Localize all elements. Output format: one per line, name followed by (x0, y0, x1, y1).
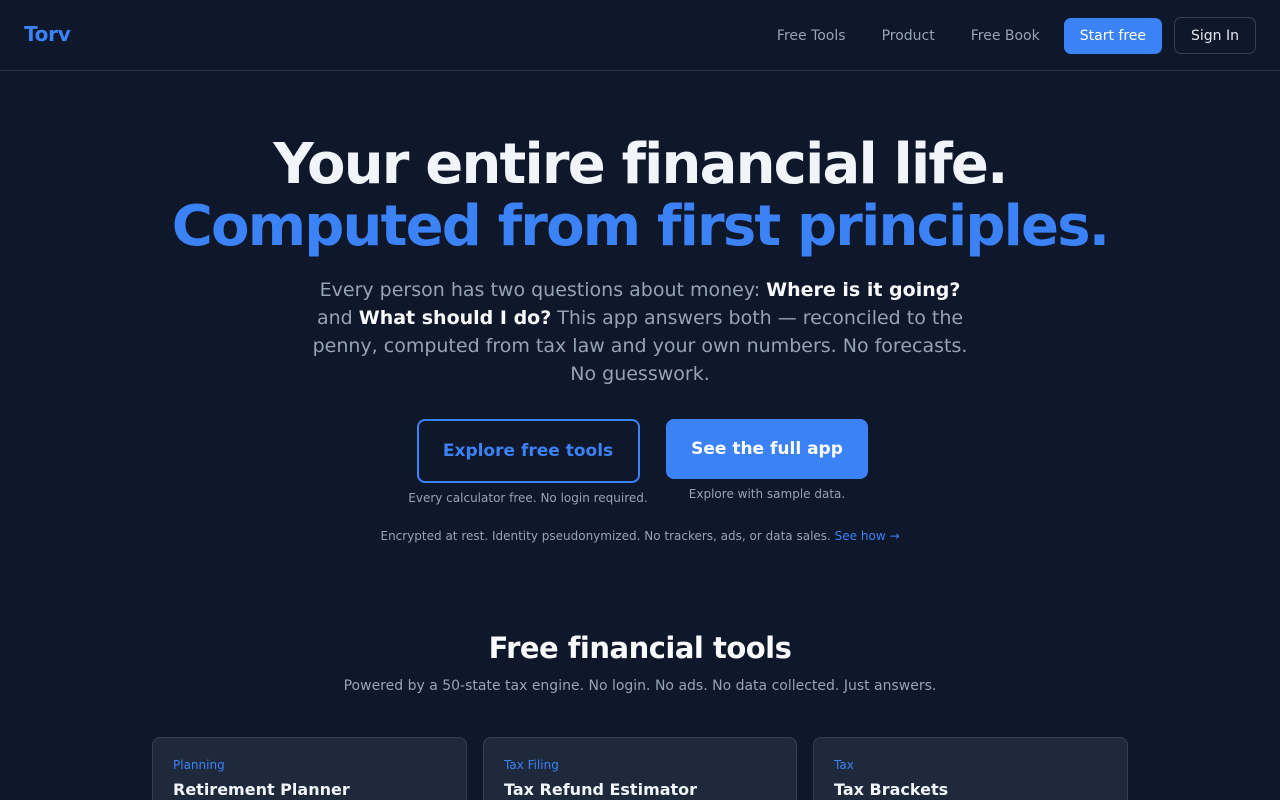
tool-card-category: Tax (834, 758, 854, 772)
tool-card-name: Retirement Planner (173, 780, 350, 799)
nav-links: Free Tools Product Free Book Start free … (777, 17, 1256, 54)
tool-card-retirement-planner[interactable]: Planning Retirement Planner (152, 737, 467, 800)
hero-subtitle: Every person has two questions about mon… (300, 276, 980, 388)
hero-sub-and: and (316, 307, 359, 329)
see-full-app-button[interactable]: See the full app (666, 419, 868, 479)
tool-card-category: Tax Filing (504, 758, 559, 772)
explore-note: Every calculator free. No login required… (408, 491, 648, 505)
privacy-note: Encrypted at rest. Identity pseudonymize… (0, 529, 1280, 543)
privacy-text: Encrypted at rest. Identity pseudonymize… (380, 529, 835, 543)
hero-sub-pre: Every person has two questions about mon… (319, 279, 767, 301)
hero-question-2: What should I do? (358, 307, 552, 329)
page: Torv Free Tools Product Free Book Start … (0, 0, 1280, 800)
tools-section-title: Free financial tools (488, 631, 792, 665)
cta-full-col: See the full app Explore with sample dat… (664, 419, 870, 501)
hero-title-line2: Computed from first principles. (171, 194, 1110, 259)
hero-title-line1: Your entire financial life. (273, 132, 1008, 197)
tool-card-tax-refund-estimator[interactable]: Tax Filing Tax Refund Estimator (483, 737, 797, 800)
explore-free-tools-button[interactable]: Explore free tools (416, 419, 640, 483)
see-how-link[interactable]: See how → (835, 529, 900, 543)
tool-card-tax-brackets[interactable]: Tax Tax Brackets (813, 737, 1128, 800)
start-free-button[interactable]: Start free (1063, 17, 1162, 54)
nav-free-tools[interactable]: Free Tools (777, 28, 846, 44)
brand-logo[interactable]: Torv (24, 22, 71, 46)
hero-title: Your entire financial life. Computed fro… (0, 134, 1280, 258)
tool-card-category: Planning (173, 758, 225, 772)
full-app-note: Explore with sample data. (688, 487, 846, 501)
cta-explore-col: Explore free tools Every calculator free… (404, 419, 652, 505)
tool-card-name: Tax Brackets (834, 780, 949, 799)
tools-section-subtitle: Powered by a 50-state tax engine. No log… (343, 678, 937, 694)
sign-in-button[interactable]: Sign In (1174, 17, 1256, 54)
hero-question-1: Where is it going? (766, 279, 961, 301)
top-nav: Torv Free Tools Product Free Book Start … (0, 0, 1280, 71)
nav-product[interactable]: Product (882, 28, 935, 44)
cta-group: Explore free tools Every calculator free… (0, 419, 1280, 509)
tool-card-name: Tax Refund Estimator (504, 780, 698, 799)
nav-free-book[interactable]: Free Book (971, 28, 1040, 44)
